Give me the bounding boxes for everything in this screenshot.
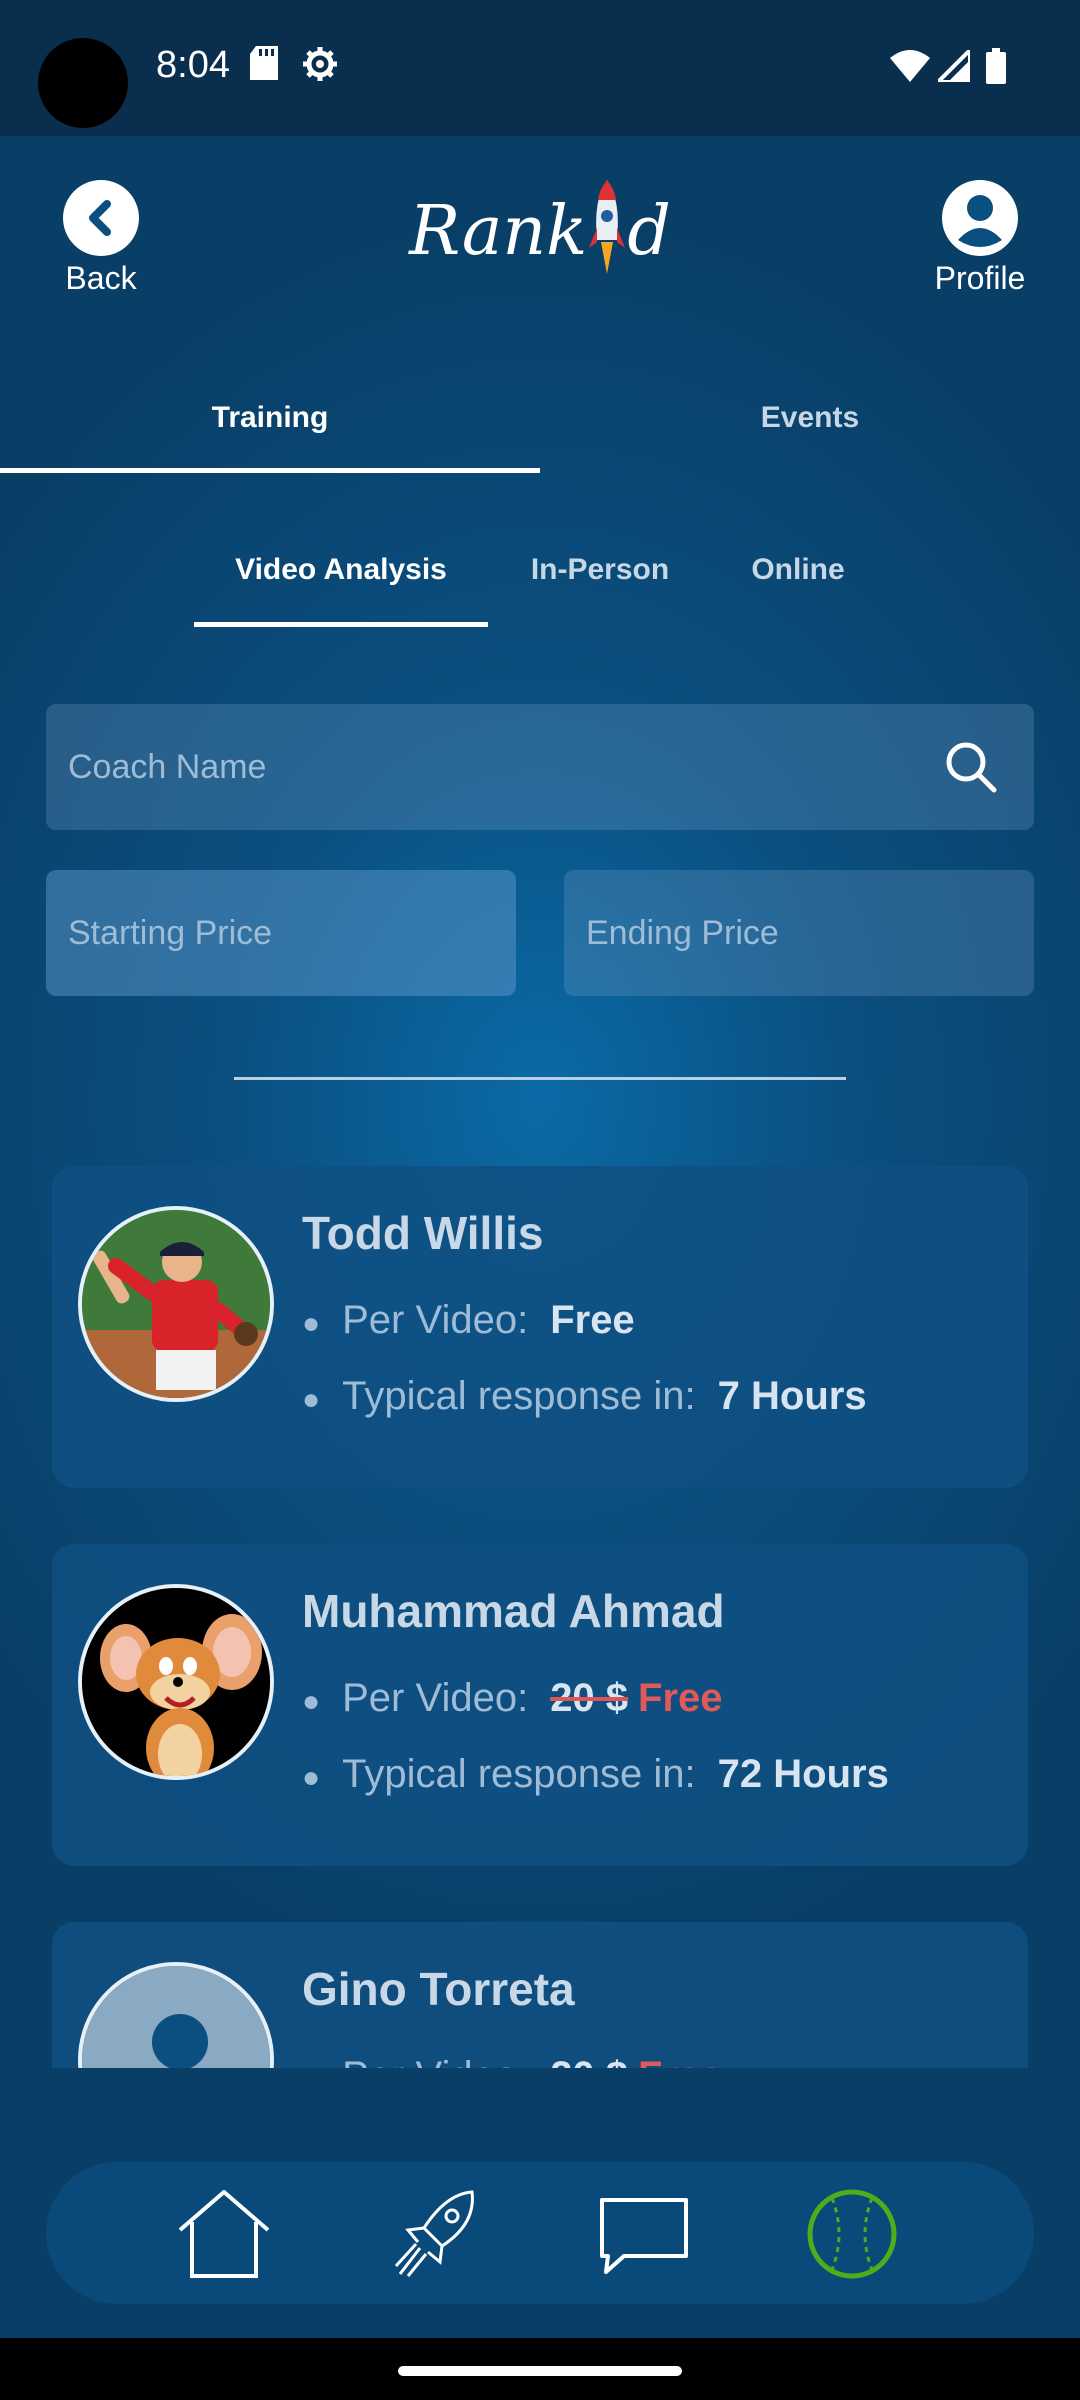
per-video-row: ● Per Video: 20 $ Free (302, 1676, 723, 1721)
app-logo: Rank d (400, 176, 680, 286)
main-tabs: Training Events (0, 360, 1080, 476)
coach-card[interactable]: Todd Willis ● Per Video: Free ● Typical … (52, 1166, 1028, 1488)
baseball-icon[interactable] (802, 2186, 902, 2282)
settings-icon (302, 46, 338, 87)
signal-icon (933, 45, 972, 87)
back-button[interactable]: Back (36, 180, 166, 310)
active-subtab-indicator (194, 622, 488, 627)
per-video-value: Free (550, 1298, 635, 1342)
per-video-label: Per Video: (342, 1298, 529, 1342)
battery-icon (986, 48, 1006, 89)
response-value: 7 Hours (717, 1374, 867, 1418)
bottom-navigation (46, 2162, 1034, 2304)
logo-text-left: Rank (409, 191, 588, 271)
coach-name: Muhammad Ahmad (302, 1585, 725, 1637)
ending-price-input[interactable]: Ending Price (564, 870, 1034, 996)
coach-name-search-input[interactable]: Coach Name (46, 704, 1034, 830)
sub-tabs: Video Analysis In-Person Online (0, 520, 1080, 620)
coach-name: Gino Torreta (302, 1963, 575, 2015)
coach-list[interactable]: Todd Willis ● Per Video: Free ● Typical … (0, 1150, 1080, 2068)
coach-name: Todd Willis (302, 1207, 544, 1259)
subtab-video-analysis[interactable]: Video Analysis (194, 520, 488, 620)
subtab-online[interactable]: Online (730, 520, 866, 620)
coach-avatar (78, 1584, 274, 1780)
per-video-value: Free (638, 1676, 723, 1720)
per-video-row: ● Per Video: Free (302, 1298, 635, 1343)
ending-price-placeholder: Ending Price (586, 913, 779, 952)
tab-events[interactable]: Events (540, 360, 1080, 476)
per-video-label: Per Video: (342, 2054, 528, 2068)
user-circle-icon (942, 180, 1018, 256)
back-label: Back (65, 260, 137, 296)
profile-label: Profile (934, 260, 1026, 296)
coach-card[interactable]: Muhammad Ahmad ● Per Video: 20 $ Free ● … (52, 1544, 1028, 1866)
rocket-logo-icon (587, 176, 627, 286)
chevron-left-icon (63, 180, 139, 256)
search-icon[interactable] (944, 740, 998, 803)
response-row: ● Typical response in: 72 Hours (302, 1752, 889, 1797)
wifi-icon (890, 50, 930, 87)
section-divider (234, 1077, 846, 1080)
bullet-icon: ● (302, 2063, 320, 2068)
sd-card-icon (250, 46, 278, 85)
tab-training[interactable]: Training (0, 360, 540, 476)
coach-avatar (78, 1206, 274, 1402)
home-gesture-handle[interactable] (398, 2366, 682, 2376)
bullet-icon: ● (302, 1307, 321, 1340)
rocket-icon[interactable] (386, 2186, 486, 2282)
coach-card[interactable]: Gino Torreta ● Per Video: 20 $ Free (52, 1922, 1028, 2068)
response-label: Typical response in: (342, 1374, 696, 1418)
bullet-icon: ● (302, 1685, 321, 1718)
camera-cutout (38, 38, 128, 128)
starting-price-input[interactable]: Starting Price (46, 870, 516, 996)
status-time: 8:04 (156, 44, 230, 86)
subtab-in-person[interactable]: In-Person (510, 520, 690, 620)
app-header: Back Rank d Profile (0, 136, 1080, 336)
status-bar: 8:04 (0, 0, 1080, 136)
bullet-icon: ● (302, 1761, 321, 1794)
profile-button[interactable]: Profile (910, 180, 1050, 310)
chat-icon[interactable] (594, 2186, 694, 2282)
home-icon[interactable] (174, 2186, 274, 2282)
active-tab-indicator (0, 468, 540, 473)
per-video-label: Per Video: (342, 1676, 529, 1720)
per-video-row: ● Per Video: 20 $ Free (302, 2054, 723, 2068)
response-label: Typical response in: (342, 1752, 696, 1796)
bullet-icon: ● (302, 1383, 321, 1416)
coach-avatar (78, 1962, 274, 2068)
starting-price-placeholder: Starting Price (68, 913, 273, 952)
coach-name-placeholder: Coach Name (68, 747, 267, 786)
response-value: 72 Hours (717, 1752, 889, 1796)
original-price: 20 $ (550, 1676, 629, 1720)
response-row: ● Typical response in: 7 Hours (302, 1374, 867, 1419)
logo-text-right: d (627, 191, 671, 271)
per-video-value: Free (638, 2054, 723, 2068)
original-price: 20 $ (550, 2054, 628, 2068)
